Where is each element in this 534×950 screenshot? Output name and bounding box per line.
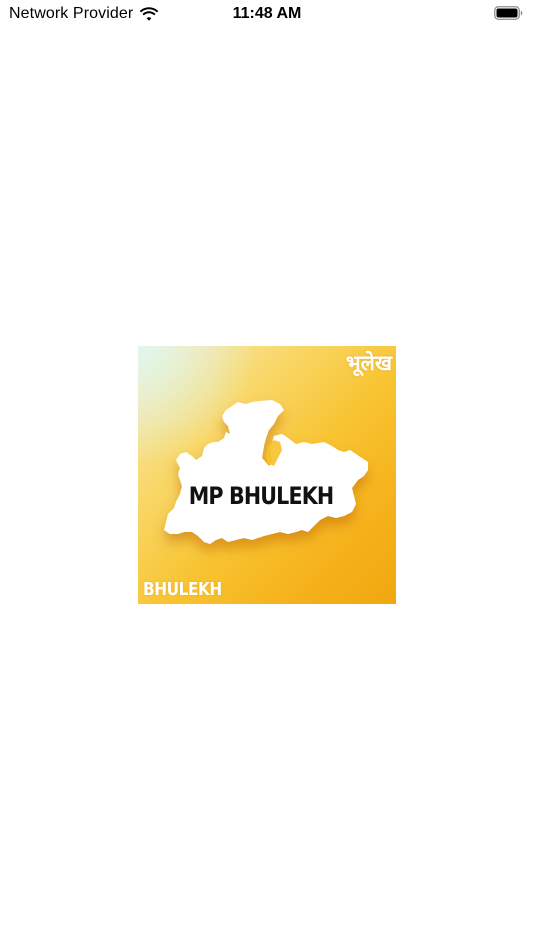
app-logo: भूलेख MP BHULEKH BHULEKH xyxy=(138,346,396,604)
logo-title: MP BHULEKH xyxy=(188,482,334,510)
status-bar: Network Provider 11:48 AM xyxy=(0,0,534,30)
status-time: 11:48 AM xyxy=(232,5,302,22)
logo-hindi-text: भूलेख xyxy=(345,351,392,375)
splash-screen: Network Provider 11:48 AM भूलेख MP BHULE… xyxy=(0,0,534,950)
battery-full-icon xyxy=(494,6,523,20)
logo-brand-text: BHULEKH xyxy=(143,579,222,600)
madhya-pradesh-map-icon xyxy=(164,400,368,544)
